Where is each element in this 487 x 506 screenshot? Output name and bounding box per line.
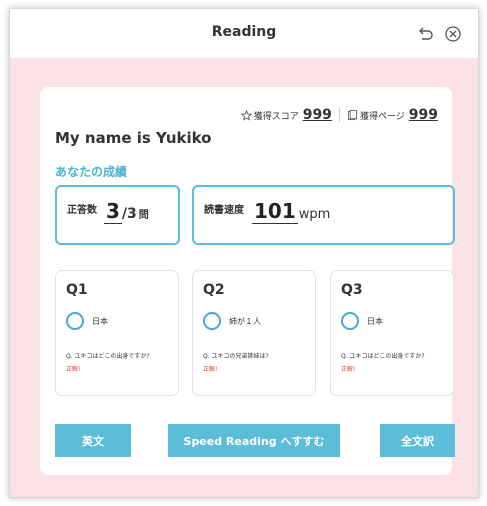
correct-count-value-group: 3 /3 問 [104, 199, 149, 224]
radio-icon[interactable] [66, 312, 84, 330]
star-outline-icon [240, 109, 252, 121]
question-text: Q. ユキコはどこの出身ですか? [341, 353, 425, 360]
result-text: 正解! [203, 366, 218, 373]
page-label: 獲得ページ [359, 111, 405, 122]
result-card: 獲得スコア 999 獲得ページ 999 My name is Yukiko あな… [40, 87, 455, 475]
question-card-1[interactable]: Q1 日本 Q. ユキコはどこの出身ですか? 正解! [55, 270, 179, 396]
correct-count-value: 3 [104, 199, 122, 224]
reading-speed-box: 読書速度 101 wpm [192, 185, 455, 245]
result-text: 正解! [341, 366, 356, 373]
answer-option[interactable]: 日本 [341, 312, 383, 330]
section-title: あなたの成績 [55, 165, 128, 179]
score-summary: 獲得スコア 999 獲得ページ 999 [240, 107, 438, 123]
reading-speed-value: 101 [252, 199, 298, 224]
full-translation-button[interactable]: 全文訳 [380, 424, 455, 457]
window-title: Reading [211, 24, 277, 40]
reading-speed-value-group: 101 wpm [252, 199, 330, 224]
correct-count-total: /3 [121, 206, 137, 222]
question-label: Q3 [341, 282, 363, 298]
score-value: 999 [302, 107, 332, 123]
reading-speed-unit: wpm [298, 207, 331, 222]
answer-text: 日本 [367, 316, 383, 326]
page-value: 999 [408, 107, 438, 123]
circle-x-icon[interactable] [444, 25, 462, 43]
title-bar: Reading [10, 9, 478, 59]
question-label: Q1 [66, 282, 88, 298]
radio-icon[interactable] [341, 312, 359, 330]
question-card-3[interactable]: Q3 日本 Q. ユキコはどこの出身ですか? 正解! [330, 270, 454, 396]
user-title: My name is Yukiko [55, 129, 212, 147]
question-card-2[interactable]: Q2 姉が１人 Q. ユキコの兄弟姉妹は? 正解! [192, 270, 316, 396]
correct-count-label: 正答数 [67, 205, 97, 216]
divider [338, 108, 340, 122]
reading-window: Reading 獲得スコア 999 獲得ページ 999 My name is Y… [9, 8, 479, 498]
correct-count-box: 正答数 3 /3 問 [55, 185, 180, 245]
answer-text: 姉が１人 [229, 316, 261, 326]
question-label: Q2 [203, 282, 225, 298]
answer-option[interactable]: 姉が１人 [203, 312, 261, 330]
radio-icon[interactable] [203, 312, 221, 330]
page-icon [347, 109, 357, 120]
question-text: Q. ユキコはどこの出身ですか? [66, 353, 150, 360]
reading-speed-label: 読書速度 [204, 205, 244, 216]
answer-text: 日本 [92, 316, 108, 326]
undo-arrow-icon[interactable] [416, 25, 434, 43]
correct-count-unit: 問 [138, 210, 149, 221]
english-text-button[interactable]: 英文 [55, 424, 131, 457]
question-text: Q. ユキコの兄弟姉妹は? [203, 353, 269, 360]
result-text: 正解! [66, 366, 81, 373]
answer-option[interactable]: 日本 [66, 312, 108, 330]
score-label: 獲得スコア [253, 111, 299, 122]
speed-reading-button[interactable]: Speed Reading へすすむ [168, 424, 340, 457]
